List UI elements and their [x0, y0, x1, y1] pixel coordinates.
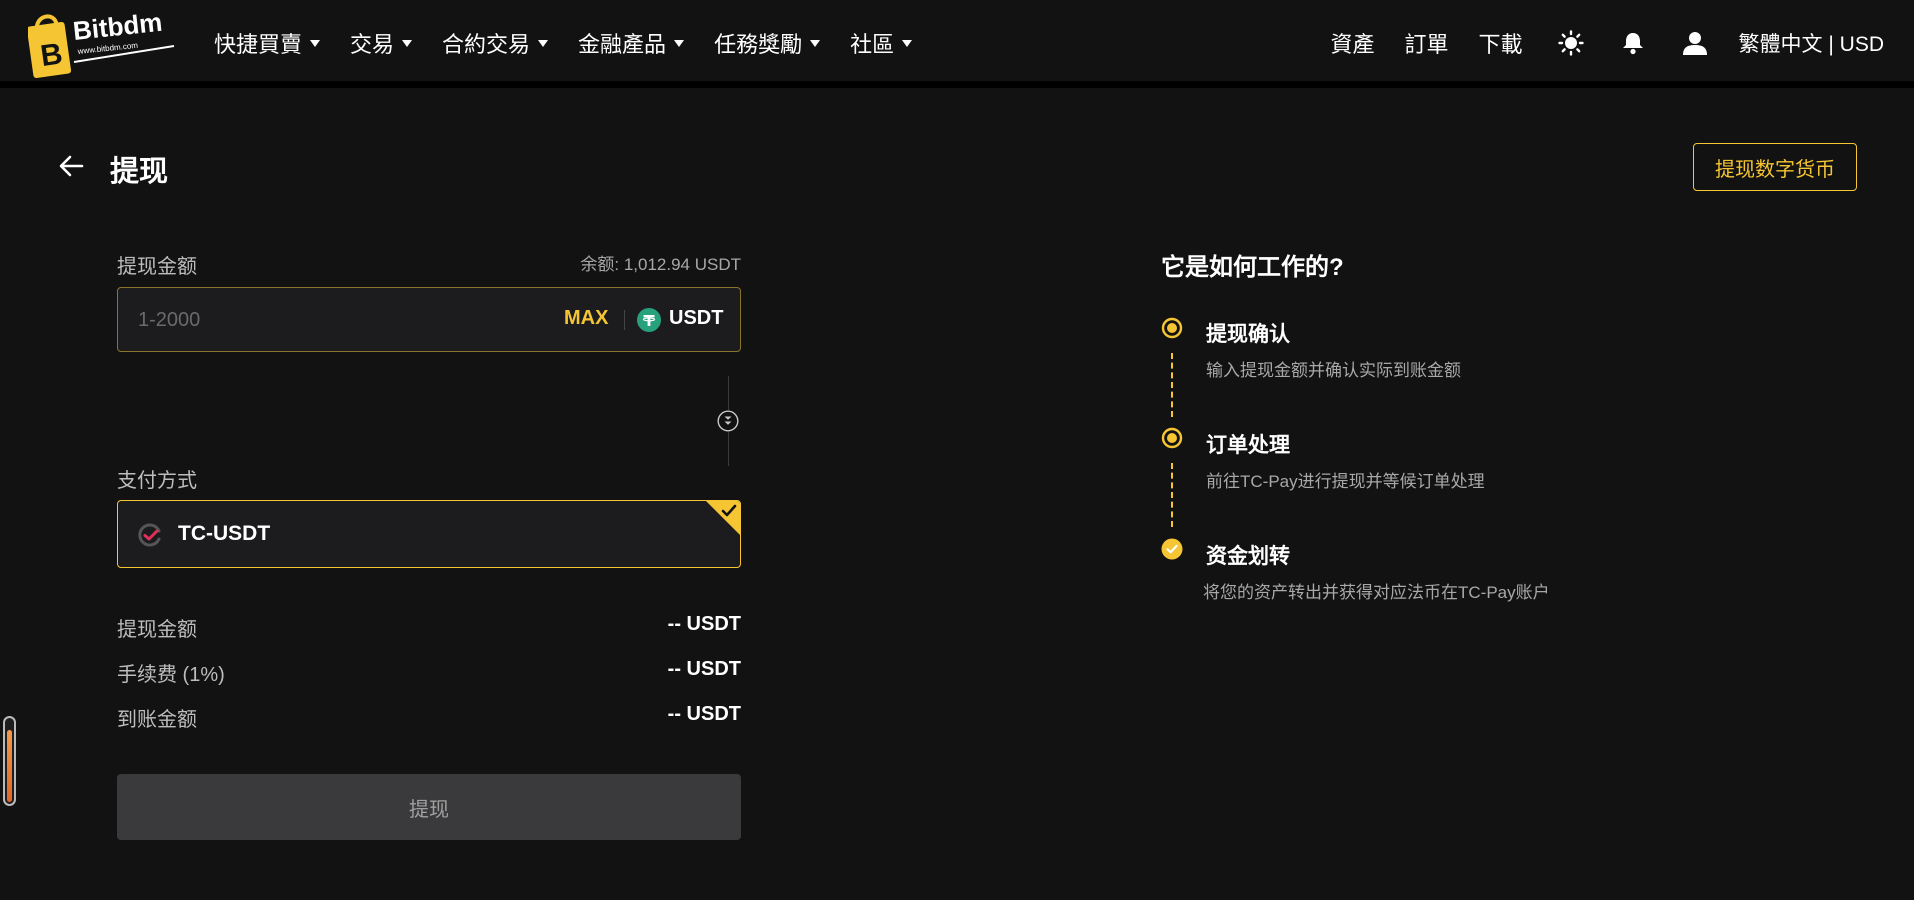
user-icon[interactable] — [1681, 29, 1709, 57]
summary-value: -- USDT — [667, 703, 741, 725]
summary-value: -- USDT — [667, 613, 741, 635]
step-connector — [1171, 353, 1173, 417]
payment-method-name: TC-USDT — [178, 522, 271, 545]
nav-rewards[interactable]: 任務獎勵 — [714, 27, 821, 59]
step-desc: 前往TC-Pay进行提现并等候订单处理 — [1206, 472, 1485, 491]
usdt-coin-icon — [637, 308, 661, 332]
caret-down-icon — [310, 39, 321, 47]
caret-down-icon — [902, 39, 913, 47]
payment-method-card[interactable]: TC-USDT — [117, 500, 741, 568]
step-dot-icon — [1161, 317, 1183, 339]
max-button[interactable]: MAX — [564, 307, 608, 330]
main-nav: 快捷買賣 交易 合約交易 金融產品 任務獎勵 社區 — [214, 0, 942, 86]
withdraw-crypto-button[interactable]: 提现数字货币 — [1693, 143, 1857, 191]
nav-community[interactable]: 社區 — [850, 27, 913, 59]
tc-pay-logo-icon — [138, 523, 162, 547]
bell-icon[interactable] — [1619, 29, 1647, 57]
how-it-works-title: 它是如何工作的? — [1161, 254, 1344, 281]
nav-futures[interactable]: 合約交易 — [442, 27, 549, 59]
nav-trade[interactable]: 交易 — [350, 27, 413, 59]
brand-name: Bitbdm — [71, 10, 163, 46]
svg-text:B: B — [39, 37, 65, 73]
top-navbar: B Bitbdm www.bitbdm.com 快捷買賣 交易 合約交易 金融產… — [0, 0, 1914, 88]
summary-value: -- USDT — [667, 658, 741, 680]
withdraw-submit-button[interactable]: 提现 — [117, 774, 741, 840]
step-desc: 将您的资产转出并获得对应法币在TC-Pay账户 — [1203, 583, 1550, 602]
caret-down-icon — [538, 39, 549, 47]
nav-orders[interactable]: 訂單 — [1405, 27, 1449, 59]
step-connector — [1171, 463, 1173, 527]
nav-assets[interactable]: 資產 — [1330, 27, 1374, 59]
back-arrow-icon[interactable] — [58, 152, 86, 180]
step-title: 资金划转 — [1206, 545, 1290, 568]
summary-row-amount: 提现金额 -- USDT — [117, 613, 741, 642]
balance-text: 余额: 1,012.94 USDT — [580, 255, 741, 274]
swap-arrows-icon[interactable] — [717, 410, 739, 432]
amount-unit: USDT — [669, 307, 724, 329]
nav-download[interactable]: 下載 — [1479, 27, 1523, 59]
caret-down-icon — [402, 39, 413, 47]
caret-down-icon — [674, 39, 685, 47]
user-nav: 資產 訂單 下載 繁體中文 | USD — [1300, 0, 1884, 86]
nav-quick-buy[interactable]: 快捷買賣 — [214, 27, 321, 59]
scrollbar-thumb[interactable] — [7, 730, 12, 802]
step-dot-icon — [1161, 427, 1183, 449]
divider — [624, 310, 625, 330]
payment-method-label: 支付方式 — [117, 470, 197, 492]
sun-icon[interactable] — [1557, 29, 1585, 57]
caret-down-icon — [810, 39, 821, 47]
step-title: 提现确认 — [1206, 323, 1290, 346]
amount-input-box: MAX USDT — [117, 287, 741, 353]
step-desc: 输入提现金额并确认实际到账金额 — [1206, 361, 1461, 380]
amount-label: 提现金额 — [117, 256, 197, 278]
summary-row-received: 到账金额 -- USDT — [117, 703, 741, 732]
language-currency-switch[interactable]: 繁體中文 | USD — [1739, 28, 1884, 58]
scrollbar[interactable] — [3, 716, 16, 806]
summary-row-fee: 手续费 (1%) -- USDT — [117, 658, 741, 687]
amount-input[interactable] — [136, 288, 520, 353]
summary-label: 手续费 (1%) — [117, 664, 225, 686]
nav-finance[interactable]: 金融產品 — [578, 27, 685, 59]
step-check-icon — [1161, 538, 1183, 560]
summary-label: 提现金额 — [117, 619, 197, 641]
page-title: 提现 — [110, 156, 169, 188]
step-title: 订单处理 — [1206, 434, 1290, 457]
brand-logo[interactable]: B Bitbdm www.bitbdm.com — [26, 7, 184, 80]
summary-label: 到账金额 — [117, 709, 197, 731]
check-icon — [721, 504, 737, 518]
